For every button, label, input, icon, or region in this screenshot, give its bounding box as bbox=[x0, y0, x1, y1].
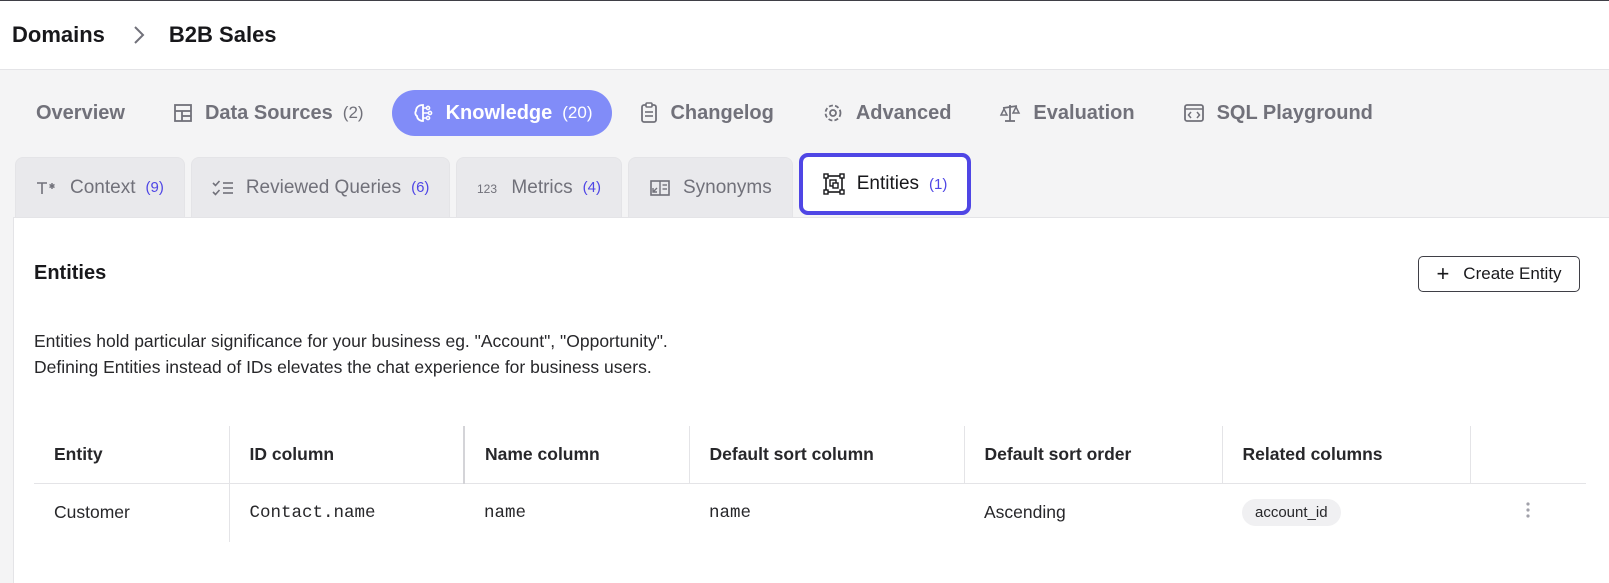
main-tabs: Overview Data Sources (2) Knowledge (20)… bbox=[16, 90, 1401, 136]
layout-icon bbox=[174, 104, 192, 122]
tab-data-sources[interactable]: Data Sources (2) bbox=[153, 90, 384, 136]
numbers-icon: 123 bbox=[477, 182, 497, 196]
col-entity: Entity bbox=[34, 426, 229, 484]
plus-icon: + bbox=[1436, 261, 1450, 286]
col-related-columns: Related columns bbox=[1221, 426, 1470, 484]
kebab-menu-icon bbox=[1526, 502, 1530, 518]
brain-icon bbox=[414, 104, 432, 122]
entity-icon bbox=[823, 173, 845, 195]
page-header: Domains B2B Sales bbox=[0, 0, 1609, 70]
cell-entity: Customer bbox=[54, 502, 130, 523]
subtab-context[interactable]: Context (9) bbox=[15, 157, 185, 217]
tab-label: SQL Playground bbox=[1216, 101, 1373, 124]
row-actions-menu[interactable] bbox=[1470, 483, 1586, 542]
col-name-column: Name column bbox=[463, 426, 689, 484]
cell-name-column: name bbox=[484, 502, 527, 523]
tab-changelog[interactable]: Changelog bbox=[620, 90, 793, 136]
col-default-sort-order: Default sort order bbox=[963, 426, 1222, 484]
cell-sort-column: name bbox=[709, 502, 752, 523]
subtab-label: Entities bbox=[856, 173, 920, 194]
tab-label: Knowledge bbox=[445, 101, 553, 124]
tab-advanced[interactable]: Advanced bbox=[802, 90, 972, 136]
table-row[interactable]: Customer Contact.name name name Ascendin… bbox=[34, 483, 1586, 542]
subtab-count: (4) bbox=[582, 179, 601, 196]
subtab-entities[interactable]: Entities (1) bbox=[798, 153, 972, 215]
create-entity-button[interactable]: + Create Entity bbox=[1418, 256, 1580, 292]
subtab-label: Reviewed Queries bbox=[245, 176, 402, 198]
knowledge-sub-tabs: Context (9) Reviewed Queries (6) 123 Met… bbox=[15, 153, 977, 217]
cell-sort-order: Ascending bbox=[984, 502, 1066, 523]
svg-text:123: 123 bbox=[477, 182, 497, 196]
tab-evaluation[interactable]: Evaluation bbox=[979, 90, 1154, 136]
subtab-count: (6) bbox=[411, 179, 430, 196]
table-header-row: Entity ID column Name column Default sor… bbox=[34, 426, 1586, 484]
chevron-right-icon bbox=[133, 25, 145, 45]
col-default-sort-column: Default sort column bbox=[688, 426, 964, 484]
code-window-icon bbox=[1183, 104, 1204, 122]
description-line: Entities hold particular significance fo… bbox=[34, 331, 668, 351]
related-column-chip: account_id bbox=[1242, 499, 1341, 527]
subtab-reviewed-queries[interactable]: Reviewed Queries (6) bbox=[190, 157, 451, 217]
panel-description: Entities hold particular significance fo… bbox=[34, 328, 668, 380]
tab-knowledge[interactable]: Knowledge (20) bbox=[391, 90, 613, 136]
panel-title: Entities bbox=[34, 262, 107, 284]
clipboard-icon bbox=[641, 102, 658, 123]
checklist-icon bbox=[212, 179, 233, 196]
subtab-label: Context bbox=[70, 176, 136, 198]
tab-overview[interactable]: Overview bbox=[16, 90, 145, 136]
create-entity-label: Create Entity bbox=[1463, 264, 1562, 283]
text-icon bbox=[37, 181, 55, 194]
col-actions bbox=[1469, 426, 1586, 484]
subtab-label: Synonyms bbox=[683, 176, 772, 198]
subtab-count: (9) bbox=[145, 179, 164, 196]
description-line: Defining Entities instead of IDs elevate… bbox=[34, 357, 652, 377]
breadcrumb-current: B2B Sales bbox=[168, 22, 277, 47]
subtab-count: (1) bbox=[929, 175, 948, 193]
subtab-metrics[interactable]: 123 Metrics (4) bbox=[456, 157, 622, 217]
book-icon bbox=[650, 179, 670, 196]
subtab-synonyms[interactable]: Synonyms bbox=[628, 157, 793, 217]
entities-panel: Entities + Create Entity Entities hold p… bbox=[13, 217, 1609, 583]
col-id-column: ID column bbox=[228, 426, 464, 484]
scale-icon bbox=[1000, 105, 1021, 122]
subtab-label: Metrics bbox=[511, 176, 573, 198]
tab-label: Advanced bbox=[855, 101, 952, 124]
tab-label: Data Sources bbox=[204, 101, 333, 124]
tab-sql-playground[interactable]: SQL Playground bbox=[1163, 90, 1393, 136]
breadcrumb-root[interactable]: Domains bbox=[12, 22, 105, 48]
entities-table: Entity ID column Name column Default sor… bbox=[34, 426, 1586, 542]
cell-related-columns: account_id bbox=[1222, 483, 1470, 542]
cell-id-column: Contact.name bbox=[228, 483, 464, 542]
tab-count: (20) bbox=[562, 103, 593, 122]
tab-count: (2) bbox=[342, 103, 364, 122]
tab-label: Changelog bbox=[670, 101, 774, 124]
tab-label: Overview bbox=[36, 101, 125, 124]
tab-label: Evaluation bbox=[1033, 101, 1135, 124]
gear-icon bbox=[824, 104, 842, 122]
